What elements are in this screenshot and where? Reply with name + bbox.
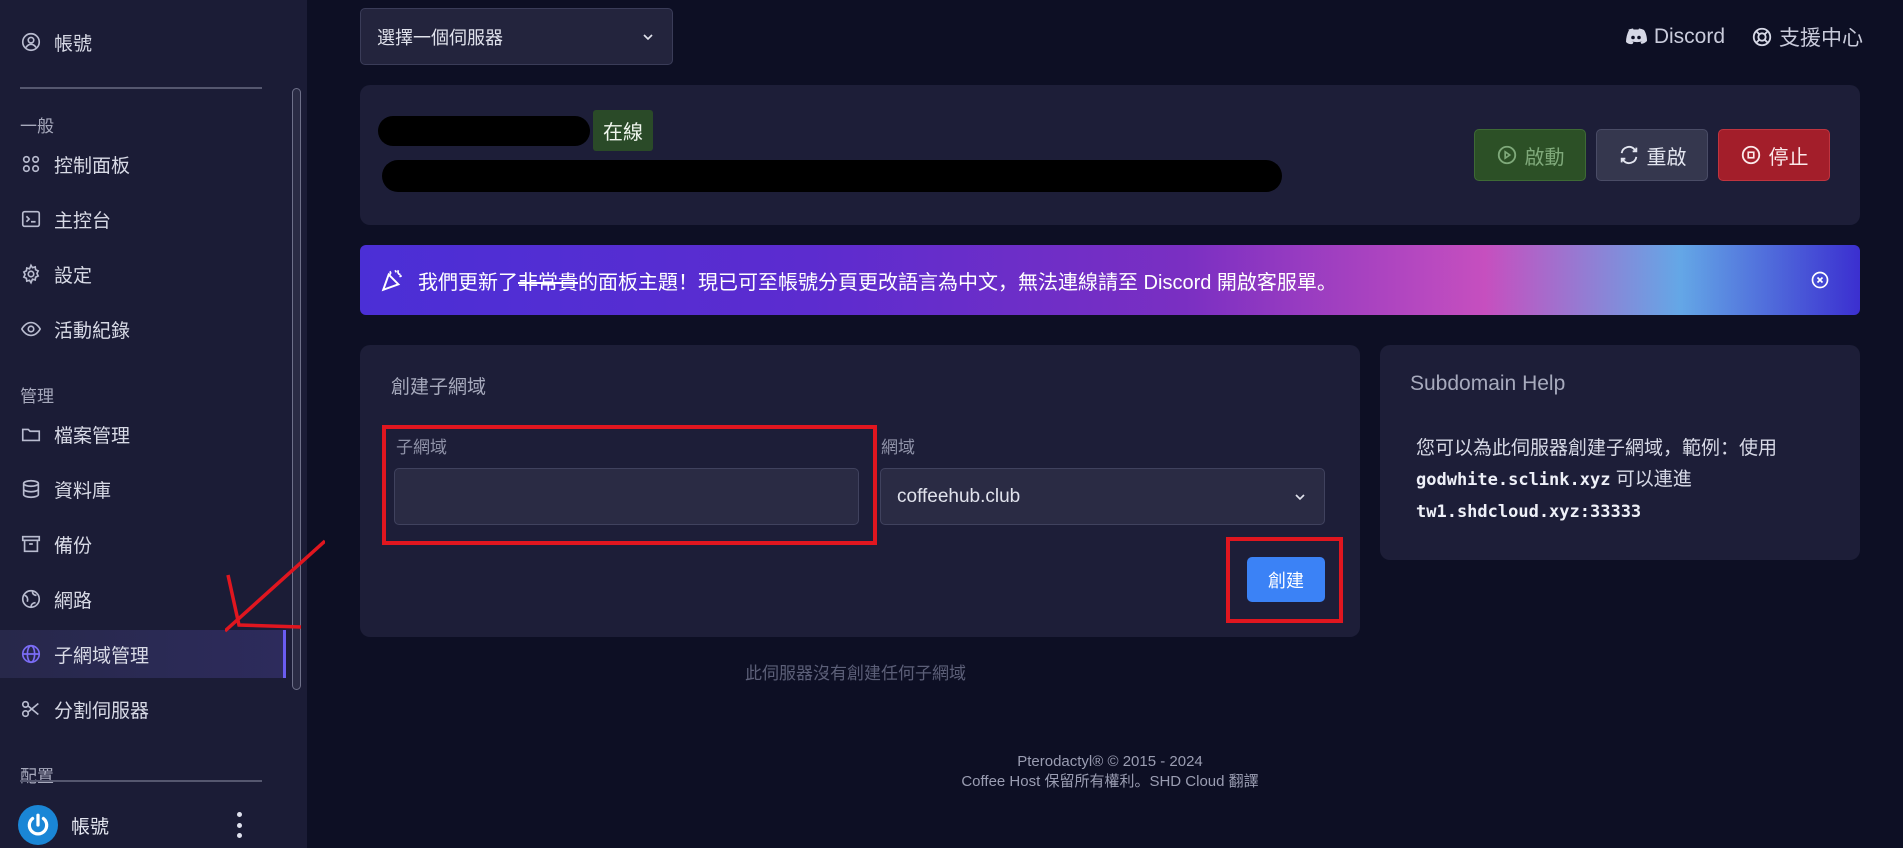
eye-icon xyxy=(20,318,42,340)
discord-link[interactable]: Discord xyxy=(1624,22,1725,52)
support-link[interactable]: 支援中心 xyxy=(1751,22,1863,52)
sidebar-item-label: 分割伺服器 xyxy=(54,700,150,722)
status-badge: 在線 xyxy=(593,110,653,151)
sidebar-item-files[interactable]: 檔案管理 xyxy=(0,410,286,458)
footer-copyright: Pterodactyl® © 2015 - 2024 xyxy=(1017,753,1203,770)
annotation-box-create xyxy=(1226,537,1343,623)
help-example-domain: godwhite.sclink.xyz xyxy=(1416,470,1611,490)
lifebuoy-icon xyxy=(1752,27,1772,47)
help-title: Subdomain Help xyxy=(1410,372,1566,395)
sidebar-item-label: 控制面板 xyxy=(54,155,131,177)
close-icon[interactable] xyxy=(1810,270,1830,290)
sidebar: 帳號 一般 控制面板 主控台 設定 活動紀錄 管理 檔案管理 資料庫 備份 網路… xyxy=(0,0,307,848)
sidebar-item-settings[interactable]: 設定 xyxy=(0,250,286,298)
server-select-label: 選擇一個伺服器 xyxy=(377,27,503,48)
terminal-icon xyxy=(20,208,42,230)
user-label: 帳號 xyxy=(71,816,110,838)
server-info-card: 在線 啟動 重啟 停止 xyxy=(360,85,1860,225)
sidebar-account-top[interactable]: 帳號 xyxy=(0,18,286,66)
annotation-arrow xyxy=(225,539,325,633)
restart-button[interactable]: 重啟 xyxy=(1596,129,1708,181)
power-icon xyxy=(27,813,49,836)
sidebar-item-label: 子網域管理 xyxy=(54,645,150,667)
domain-label: 網域 xyxy=(881,438,915,457)
sidebar-item-subdomains[interactable]: 子網域管理 xyxy=(0,630,286,678)
user-circle-icon xyxy=(20,31,42,53)
folder-icon xyxy=(20,423,42,445)
sidebar-item-label: 帳號 xyxy=(54,33,93,55)
stop-button-label: 停止 xyxy=(1768,146,1809,169)
banner-text-before: 我們更新了 xyxy=(418,271,518,294)
sidebar-item-label: 設定 xyxy=(54,265,93,287)
sidebar-user[interactable]: 帳號 xyxy=(18,805,109,845)
sidebar-divider xyxy=(20,87,262,89)
redacted-server-name xyxy=(378,116,590,146)
subdomain-help-card: Subdomain Help 您可以為此伺服器創建子網域，範例：使用 godwh… xyxy=(1380,345,1860,560)
discord-icon xyxy=(1625,28,1647,45)
play-circle-icon xyxy=(1497,145,1516,165)
stop-button[interactable]: 停止 xyxy=(1718,129,1830,181)
create-subdomain-card: 創建子網域 子網域 網域 coffeehub.club 創建 xyxy=(360,345,1360,637)
database-icon xyxy=(20,478,42,500)
discord-label: Discord xyxy=(1653,25,1725,48)
annotation-box-subdomain xyxy=(382,425,877,545)
banner-text-after: 的面板主題！現已可至帳號分頁更改語言為中文，無法連線請至 Discord 開啟客… xyxy=(578,271,1337,294)
section-general-heading: 一般 xyxy=(20,117,54,136)
sidebar-item-label: 主控台 xyxy=(54,210,112,232)
help-example-target: tw1.shdcloud.xyz:33333 xyxy=(1416,502,1642,522)
footer: Pterodactyl® © 2015 - 2024 Coffee Host 保… xyxy=(900,752,1320,792)
more-options-icon[interactable] xyxy=(230,812,248,838)
banner-text-strike: 非常貴 xyxy=(518,271,578,294)
sidebar-item-console[interactable]: 主控台 xyxy=(0,195,286,243)
refresh-icon xyxy=(1620,146,1637,164)
avatar xyxy=(18,805,58,845)
domain-selected-value: coffeehub.club xyxy=(897,485,1021,507)
help-body: 您可以為此伺服器創建子網域，範例：使用 godwhite.sclink.xyz … xyxy=(1416,433,1836,528)
sidebar-item-split-server[interactable]: 分割伺服器 xyxy=(0,685,286,733)
start-button-label: 啟動 xyxy=(1524,146,1565,169)
sidebar-divider xyxy=(20,780,262,782)
section-manage-heading: 管理 xyxy=(20,387,54,406)
dashboard-icon xyxy=(20,153,42,175)
help-text-1: 您可以為此伺服器創建子網域，範例：使用 xyxy=(1416,438,1778,459)
scissors-icon xyxy=(20,698,42,720)
sidebar-item-label: 檔案管理 xyxy=(54,425,131,447)
domain-select[interactable]: coffeehub.club xyxy=(880,468,1325,525)
sidebar-item-label: 活動紀錄 xyxy=(54,320,131,342)
redacted-server-address xyxy=(382,160,1282,192)
support-label: 支援中心 xyxy=(1779,27,1863,50)
empty-subdomain-message: 此伺服器沒有創建任何子網域 xyxy=(745,664,966,683)
gear-icon xyxy=(20,263,42,285)
chevron-down-icon xyxy=(1295,493,1305,500)
globe-icon xyxy=(20,643,42,665)
section-config-heading: 配置 xyxy=(20,767,54,786)
sidebar-item-dashboard[interactable]: 控制面板 xyxy=(0,140,286,188)
network-icon xyxy=(20,588,42,610)
stop-circle-icon xyxy=(1741,145,1760,165)
help-text-2: 可以連進 xyxy=(1615,469,1692,490)
chevron-down-icon xyxy=(643,33,653,40)
party-popper-icon xyxy=(381,269,403,292)
sidebar-item-label: 網路 xyxy=(54,590,93,612)
sidebar-item-databases[interactable]: 資料庫 xyxy=(0,465,286,513)
sidebar-item-activity[interactable]: 活動紀錄 xyxy=(0,305,286,353)
server-select[interactable]: 選擇一個伺服器 xyxy=(360,8,673,65)
archive-icon xyxy=(20,533,42,555)
footer-credits: Coffee Host 保留所有權利。SHD Cloud 翻譯 xyxy=(961,773,1259,790)
sidebar-item-label: 備份 xyxy=(54,535,93,557)
announcement-banner: 我們更新了 非常貴 的面板主題！現已可至帳號分頁更改語言為中文，無法連線請至 Dis… xyxy=(360,245,1860,315)
card-title: 創建子網域 xyxy=(391,377,487,398)
top-links: Discord 支援中心 xyxy=(1624,22,1863,52)
sidebar-item-label: 資料庫 xyxy=(54,480,112,502)
restart-button-label: 重啟 xyxy=(1646,146,1687,169)
start-button[interactable]: 啟動 xyxy=(1474,129,1586,181)
